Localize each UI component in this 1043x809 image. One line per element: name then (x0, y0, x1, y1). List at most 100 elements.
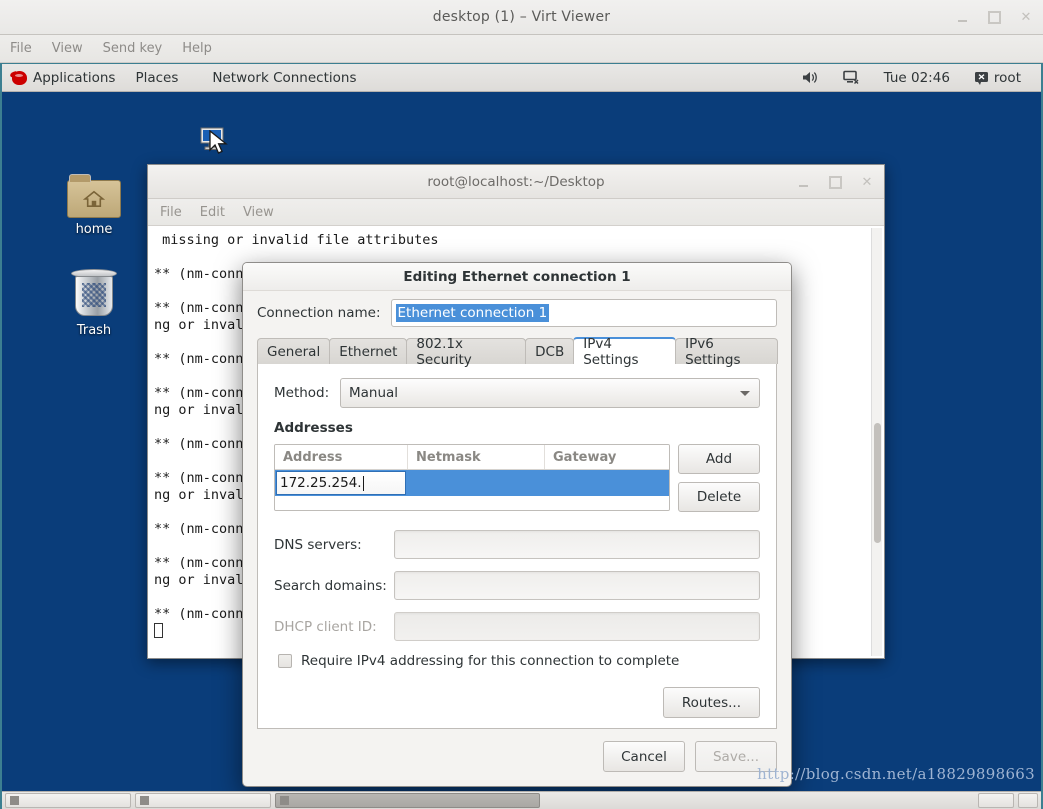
window-icon (10, 796, 19, 805)
desktop-icon-home-label: home (75, 222, 113, 237)
addresses-table[interactable]: Address Netmask Gateway 172.25.254. (274, 444, 670, 511)
delete-button[interactable]: Delete (678, 482, 760, 512)
tab-8021x-security[interactable]: 802.1x Security (406, 336, 527, 368)
tab-ipv4-settings[interactable]: IPv4 Settings (573, 336, 677, 368)
tab-dcb[interactable]: DCB (525, 338, 575, 364)
terminal-window-controls: ✕ (796, 165, 874, 199)
desktop-icon-home[interactable]: home (52, 174, 136, 237)
tab-general[interactable]: General (257, 338, 331, 364)
volume-button[interactable] (792, 64, 829, 92)
connection-name-label: Connection name: (257, 305, 381, 321)
column-address: Address (275, 445, 408, 469)
virt-viewer-titlebar: desktop (1) – Virt Viewer ✕ (0, 0, 1043, 35)
task-button-4[interactable] (978, 793, 1014, 808)
virt-viewer-window: desktop (1) – Virt Viewer ✕ File View Se… (0, 0, 1043, 809)
terminal-menu-view[interactable]: View (243, 205, 274, 220)
desktop-icon-trash[interactable]: Trash (52, 269, 136, 338)
menu-send-key[interactable]: Send key (103, 41, 163, 56)
maximize-icon[interactable] (987, 11, 1001, 25)
addresses-buttons: Add Delete (678, 444, 760, 512)
search-domains-row: Search domains: (274, 571, 760, 600)
connection-name-input[interactable]: Ethernet connection 1 (390, 299, 777, 327)
watermark: http://blog.csdn.net/a18829898663 (757, 765, 1035, 783)
user-label: root (993, 69, 1021, 86)
tab-dcb-label: DCB (535, 343, 565, 360)
add-button[interactable]: Add (678, 444, 760, 474)
minimize-icon[interactable] (955, 11, 969, 25)
mouse-cursor (208, 129, 232, 156)
tab-ipv4-settings-label: IPv4 Settings (583, 335, 639, 368)
dialog-titlebar: Editing Ethernet connection 1 (243, 263, 791, 291)
addresses-heading: Addresses (274, 420, 353, 436)
terminal-line: missing or invalid file attributes (154, 232, 439, 248)
gnome-top-panel: Applications Places Network Connections (2, 64, 1041, 92)
routes-button[interactable]: Routes... (662, 687, 760, 718)
close-icon[interactable]: ✕ (1019, 11, 1033, 25)
terminal-maximize-icon[interactable] (828, 175, 842, 189)
menu-help[interactable]: Help (182, 41, 212, 56)
clock-label: Tue 02:46 (883, 69, 950, 86)
dhcp-client-id-input (394, 612, 760, 641)
terminal-menubar: File Edit View (148, 199, 884, 226)
task-button-3[interactable] (275, 793, 540, 808)
address-cell-input[interactable]: 172.25.254. (276, 471, 406, 495)
addresses-table-header: Address Netmask Gateway (275, 445, 669, 470)
tab-general-label: General (267, 343, 321, 360)
trash-can-icon (71, 269, 117, 319)
require-ipv4-row: Require IPv4 addressing for this connect… (278, 653, 760, 669)
user-menu[interactable]: root (964, 64, 1031, 92)
terminal-scrollbar-thumb[interactable] (874, 423, 881, 543)
method-select[interactable]: Manual (340, 378, 760, 408)
active-window-menu[interactable]: Network Connections (188, 64, 366, 92)
tab-ethernet-label: Ethernet (339, 343, 398, 360)
desktop-icon-trash-label: Trash (76, 323, 112, 338)
terminal-close-icon[interactable]: ✕ (860, 175, 874, 189)
column-netmask: Netmask (408, 445, 545, 469)
dns-servers-label: DNS servers: (274, 536, 362, 553)
clock[interactable]: Tue 02:46 (874, 64, 960, 92)
method-value: Manual (349, 385, 399, 401)
dns-servers-input[interactable] (394, 530, 760, 559)
dhcp-client-id-label: DHCP client ID: (274, 618, 377, 635)
virt-viewer-window-controls: ✕ (955, 0, 1033, 35)
dialog-title: Editing Ethernet connection 1 (403, 268, 631, 285)
places-menu[interactable]: Places (125, 64, 188, 92)
dns-servers-row: DNS servers: (274, 530, 760, 559)
terminal-menu-edit[interactable]: Edit (200, 205, 225, 220)
search-domains-input[interactable] (394, 571, 760, 600)
active-window-label: Network Connections (212, 69, 357, 86)
speaker-icon (802, 72, 817, 83)
tab-ethernet[interactable]: Ethernet (329, 338, 408, 364)
tab-ipv6-settings[interactable]: IPv6 Settings (675, 336, 778, 368)
method-label: Method: (274, 385, 330, 401)
menu-file[interactable]: File (10, 41, 32, 56)
network-button[interactable] (833, 64, 870, 92)
require-ipv4-checkbox[interactable] (278, 654, 292, 668)
menu-view[interactable]: View (52, 41, 83, 56)
task-button-1[interactable] (5, 793, 131, 808)
terminal-minimize-icon[interactable] (796, 175, 810, 189)
terminal-titlebar: root@localhost:~/Desktop ✕ (148, 165, 884, 199)
routes-row: Routes... (274, 687, 760, 718)
cancel-button[interactable]: Cancel (603, 741, 685, 772)
applications-menu[interactable]: Applications (2, 64, 125, 92)
connection-name-value: Ethernet connection 1 (395, 304, 550, 322)
workspace-switcher[interactable] (1018, 793, 1038, 808)
terminal-title: root@localhost:~/Desktop (427, 173, 605, 190)
table-row[interactable]: 172.25.254. (275, 470, 669, 496)
task-button-2[interactable] (135, 793, 271, 808)
require-ipv4-label: Require IPv4 addressing for this connect… (301, 653, 680, 669)
terminal-menu-file[interactable]: File (160, 205, 182, 220)
text-caret (362, 475, 364, 491)
terminal-scrollbar[interactable] (871, 228, 882, 656)
applications-menu-label: Applications (33, 69, 116, 86)
method-row: Method: Manual (274, 378, 760, 408)
network-disconnected-icon (842, 70, 859, 84)
addresses-table-empty-row (275, 496, 669, 510)
gnome-window-list-panel (2, 791, 1041, 809)
tab-ipv6-settings-label: IPv6 Settings (685, 335, 741, 368)
panel-status-area: Tue 02:46 root (792, 64, 1041, 92)
dialog-action-buttons: Cancel Save... (243, 729, 791, 786)
addresses-area: Address Netmask Gateway 172.25.254. Add (274, 444, 760, 512)
ipv4-settings-panel: Method: Manual Addresses Address Netmask… (257, 364, 777, 729)
